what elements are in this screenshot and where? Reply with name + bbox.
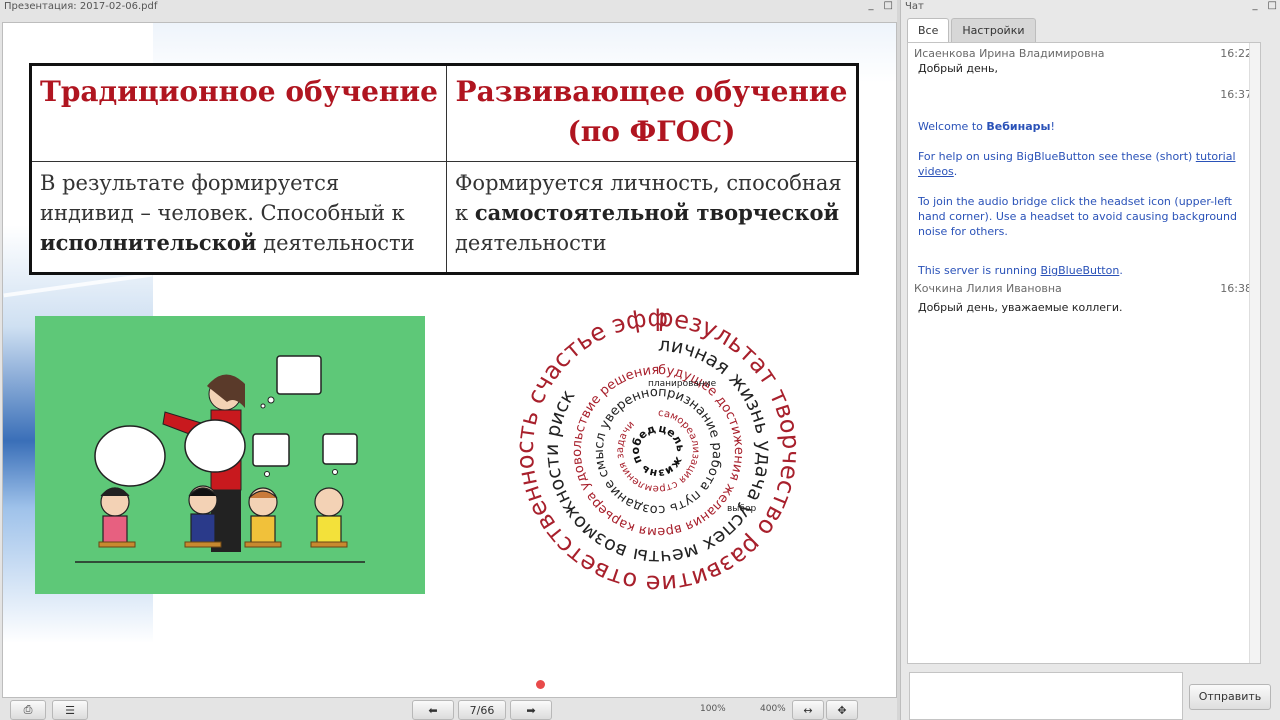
fit-width-icon: ↔ — [803, 703, 813, 717]
slide-canvas: Традиционное обучение Развивающее обучен… — [2, 22, 897, 698]
chat-message-input[interactable] — [909, 672, 1183, 720]
arrow-right-icon: ➡ — [526, 703, 536, 717]
header-developmental-line2: (по ФГОС) — [567, 115, 736, 148]
cell-traditional-result: В результате формируется индивид – челов… — [30, 161, 447, 274]
upload-icon: ⎙ — [23, 703, 33, 716]
presentation-list-button[interactable]: ☰ — [52, 700, 88, 720]
message-time: 16:22 — [1220, 47, 1252, 60]
tab-all[interactable]: Все — [907, 18, 950, 42]
cell-right-bold: самостоятельной творческой — [474, 200, 840, 225]
upload-button[interactable]: ⎙ — [10, 700, 46, 720]
chat-scrollbar[interactable] — [1249, 43, 1260, 663]
zoom-max-label: 400% — [760, 704, 786, 714]
presentation-title: Презентация: 2017-02-06.pdf — [4, 1, 158, 12]
message-time: 16:37 — [1220, 88, 1252, 101]
teacher-illustration — [35, 316, 425, 594]
chat-title: Чат — [905, 1, 924, 12]
send-button[interactable]: Отправить — [1189, 684, 1271, 710]
help-text: For help on using BigBlueButton see thes… — [918, 150, 1196, 163]
previous-slide-button[interactable]: ⬅ — [412, 700, 454, 720]
fit-width-button[interactable]: ↔ — [792, 700, 824, 720]
word-spiral: результат творчество развитие ответствен… — [505, 284, 805, 598]
help-text-end: . — [953, 165, 958, 178]
header-developmental-line1: Развивающее обучение — [455, 75, 848, 108]
presentation-panel: Презентация: 2017-02-06.pdf _ □ Традицио… — [0, 0, 897, 720]
welcome-message: Welcome to Вебинары! For help on using B… — [908, 119, 1260, 278]
message-header: Кочкина Лилия Ивановна 16:38 — [908, 282, 1260, 296]
presentation-window-buttons: _ □ — [869, 0, 893, 14]
presentation-titlebar: Презентация: 2017-02-06.pdf — [0, 0, 897, 14]
message-author: Исаенкова Ирина Владимировна — [914, 47, 1105, 60]
move-icon: ✥ — [837, 703, 847, 717]
welcome-line: Welcome to Вебинары! — [918, 119, 1246, 134]
chat-tabs: Все Настройки — [907, 18, 1036, 42]
message-text: Добрый день, уважаемые коллеги. — [918, 301, 1123, 314]
message-time: 16:38 — [1220, 282, 1252, 295]
welcome-room-name: Вебинары — [986, 120, 1051, 133]
next-slide-button[interactable]: ➡ — [510, 700, 552, 720]
chat-maximize-button[interactable]: □ — [1268, 0, 1277, 14]
page-indicator-button[interactable]: 7/66 — [458, 700, 506, 720]
chat-window-buttons: _ □ — [1253, 0, 1277, 14]
audio-help-line: To join the audio bridge click the heads… — [918, 195, 1237, 238]
presentation-toolbar: ⎙ ☰ ⬅ 7/66 ➡ 100% 400% ↔ ✥ — [0, 700, 897, 720]
header-traditional-text: Традиционное обучение — [39, 75, 438, 108]
arrow-left-icon: ⬅ — [428, 703, 438, 717]
spiral-ring-5: самореализация стремления задачи — [615, 408, 701, 494]
tab-settings[interactable]: Настройки — [951, 18, 1036, 42]
word-spiral-art: результат творчество развитие ответствен… — [505, 284, 805, 598]
laser-pointer-dot — [536, 680, 545, 689]
chat-message-list: Исаенкова Ирина Владимировна 16:22 Добры… — [907, 42, 1261, 664]
spiral-word-choice: выбор — [727, 504, 756, 514]
welcome-text-end: ! — [1050, 120, 1055, 133]
server-text: This server is running — [918, 264, 1041, 277]
chat-titlebar: Чат — [901, 0, 1280, 14]
cell-developmental-result: Формируется личность, способная к самост… — [446, 161, 858, 274]
chat-minimize-button[interactable]: _ — [1253, 0, 1258, 14]
cell-left-text-a: В результате формируется индивид – челов… — [40, 171, 405, 225]
cell-left-bold: исполнительской — [40, 230, 257, 255]
server-text-end: . — [1119, 264, 1123, 277]
header-developmental: Развивающее обучение (по ФГОС) — [446, 64, 858, 162]
help-line: For help on using BigBlueButton see thes… — [918, 149, 1246, 179]
maximize-button[interactable]: □ — [884, 0, 893, 14]
message-text: Добрый день, — [918, 62, 998, 75]
fit-page-button[interactable]: ✥ — [826, 700, 858, 720]
teacher-illustration-art — [75, 355, 365, 563]
list-icon: ☰ — [65, 703, 75, 717]
chat-panel: Чат _ □ Все Настройки Исаенкова Ирина Вл… — [900, 0, 1280, 720]
bigbluebutton-link[interactable]: BigBlueButton — [1041, 264, 1120, 277]
message-author: Кочкина Лилия Ивановна — [914, 282, 1062, 295]
comparison-table: Традиционное обучение Развивающее обучен… — [29, 63, 859, 275]
page-indicator: 7/66 — [469, 703, 495, 717]
message-header: Исаенкова Ирина Владимировна 16:22 — [908, 47, 1260, 61]
cell-left-text-b: деятельности — [256, 231, 415, 255]
server-line: This server is running BigBlueButton. — [918, 263, 1246, 278]
cell-right-text-b: деятельности — [455, 231, 607, 255]
welcome-text: Welcome to — [918, 120, 987, 133]
spiral-word-planning: планирование — [648, 379, 717, 389]
zoom-min-label: 100% — [700, 704, 726, 714]
minimize-button[interactable]: _ — [869, 0, 874, 14]
header-traditional: Традиционное обучение — [30, 64, 447, 162]
